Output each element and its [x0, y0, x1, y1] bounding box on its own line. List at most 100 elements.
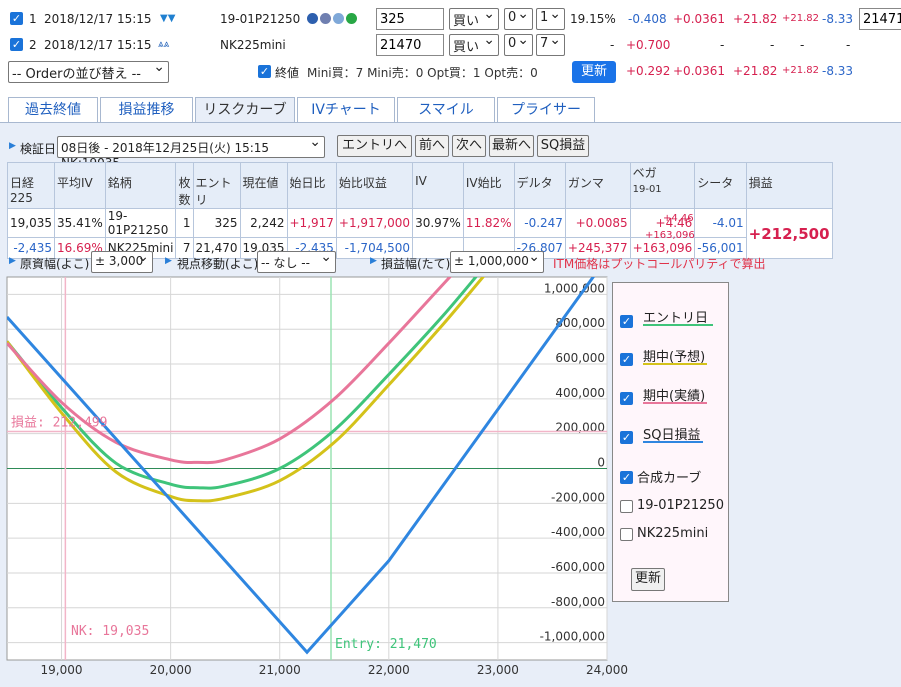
- col-vega-sub: 19-01: [632, 184, 662, 195]
- settings-icon[interactable]: [333, 13, 344, 24]
- col-symbol: 銘柄: [104, 162, 177, 209]
- row2-qty-b-select[interactable]: 7: [536, 32, 565, 56]
- row2-index: 2: [29, 38, 37, 52]
- tab-pricer[interactable]: プライサー: [497, 97, 595, 122]
- y-tick-label: 0: [597, 456, 605, 470]
- col-iv-change: IV始比: [462, 162, 515, 209]
- x-tick-label: 19,000: [41, 663, 83, 677]
- legend-forecast-underline: [643, 363, 707, 365]
- summary-delta: +0.292: [626, 64, 671, 78]
- y-tick-label: 200,000: [555, 421, 605, 435]
- row1-vega-small: +21.82: [782, 13, 820, 24]
- col-vega-label: ベガ: [632, 166, 657, 180]
- down-arrows-icon: ▼▼: [160, 13, 176, 24]
- legend-update-button[interactable]: 更新: [631, 568, 665, 591]
- chart-icon[interactable]: [320, 13, 331, 24]
- col-entry: エントリ: [192, 162, 241, 209]
- row1-action-icons[interactable]: [307, 12, 359, 26]
- row2-qty-a-select[interactable]: 0: [504, 32, 533, 56]
- legend-sq-checkbox[interactable]: [620, 431, 633, 444]
- row1-checkbox[interactable]: [10, 12, 23, 25]
- y-tick-label: -200,000: [551, 490, 605, 504]
- go-entry-button[interactable]: エントリへ: [337, 135, 412, 157]
- sq-pl-button[interactable]: SQ損益: [537, 135, 589, 157]
- x-tick-label: 20,000: [150, 663, 192, 677]
- close-price-checkbox[interactable]: [258, 65, 271, 78]
- col-change: 始日比: [286, 162, 337, 209]
- legend-entry-underline: [643, 324, 713, 326]
- row1-extra-input[interactable]: [859, 8, 901, 30]
- col-avg-iv: 平均IV: [54, 162, 106, 209]
- close-price-label: 終値: [275, 66, 300, 80]
- refresh-icon[interactable]: [346, 13, 357, 24]
- col-delta: デルタ: [513, 162, 566, 209]
- play-icon: ▶: [9, 141, 16, 151]
- row1-index: 1: [29, 12, 37, 26]
- row1-qty-b-select[interactable]: 1: [536, 6, 565, 30]
- legend-forecast-checkbox[interactable]: [620, 353, 633, 366]
- vega-mid-value2: +163,096: [645, 230, 695, 241]
- iv-change-cell: 11.82%: [462, 208, 515, 238]
- next-button[interactable]: 次へ: [452, 135, 486, 157]
- row1-side-select[interactable]: 買い: [449, 6, 499, 30]
- avg-iv-value: 35.41%: [54, 208, 106, 238]
- entry-annotation: Entry: 21,470: [335, 637, 437, 652]
- legend-entry-checkbox[interactable]: [620, 315, 633, 328]
- vega-mid-value: +4.46: [663, 213, 694, 224]
- row2-price-input[interactable]: [376, 34, 444, 56]
- order-sort-select[interactable]: -- Orderの並び替え --: [8, 59, 169, 83]
- row1-iv: 19.15%: [570, 12, 616, 26]
- tab-pl-trend[interactable]: 損益推移: [100, 97, 193, 122]
- latest-button[interactable]: 最新へ: [489, 135, 534, 157]
- verify-date-select[interactable]: 08日後 - 2018年12月25日(火) 15:15 NK:19035: [57, 134, 325, 170]
- col-qty: 枚数: [175, 162, 194, 209]
- row2-checkbox[interactable]: [10, 38, 23, 51]
- col-gamma: ガンマ: [564, 162, 631, 209]
- iv-cell: 30.97%: [412, 208, 464, 238]
- row1-gamma: +0.0361: [673, 12, 726, 26]
- legend-mini-checkbox[interactable]: [620, 528, 633, 541]
- col-vega: ベガ 19-01: [629, 162, 696, 209]
- risk-curve-chart[interactable]: 19,000 20,000 21,000 22,000 23,000 24,000 1,00…: [0, 270, 901, 687]
- legend-actual-underline: [643, 402, 707, 404]
- x-tick-label: 23,000: [477, 663, 519, 677]
- col-nikkei: 日経225: [7, 162, 55, 209]
- legend-option-checkbox[interactable]: [620, 500, 633, 513]
- row1-price-input[interactable]: [376, 8, 444, 30]
- row2-gamma: -: [720, 38, 725, 52]
- table-header-row: 日経225 平均IV 銘柄 枚数 エントリ 現在値 始日比 始比収益 IV IV…: [7, 162, 833, 209]
- info-icon[interactable]: [307, 13, 318, 24]
- row2-theta: -: [846, 38, 851, 52]
- y-tick-label: 1,000,000: [544, 281, 605, 295]
- row1-symbol: 19-01P21250: [220, 12, 301, 26]
- legend-combined-checkbox[interactable]: [620, 471, 633, 484]
- legend-mini-label: NK225mini: [637, 526, 709, 541]
- row2-delta: +0.700: [626, 38, 671, 52]
- row2-symbol: NK225mini: [220, 38, 286, 52]
- verify-date-label: 検証日: [20, 142, 57, 156]
- tab-risk-curve[interactable]: リスクカーブ: [195, 97, 295, 123]
- tab-smile[interactable]: スマイル: [397, 97, 495, 122]
- play-icon: ▶: [370, 256, 377, 266]
- prev-button[interactable]: 前へ: [415, 135, 449, 157]
- nk-annotation: NK: 19,035: [71, 624, 149, 639]
- x-tick-label: 24,000: [586, 663, 628, 677]
- gamma-cell: +0.0085: [564, 208, 631, 238]
- entry-cell: 325: [192, 208, 241, 238]
- y-tick-label: 400,000: [555, 386, 605, 400]
- tab-iv-chart[interactable]: IVチャート: [297, 97, 395, 122]
- row2-side-select[interactable]: 買い: [449, 32, 499, 56]
- row1-datetime: 2018/12/17 15:15: [44, 12, 152, 26]
- table-row: 19,035 35.41% 19-01P21250 1 325 2,242 +1…: [7, 208, 833, 259]
- row1-vega: +21.82: [733, 12, 778, 26]
- summary-update-button[interactable]: 更新: [572, 61, 616, 83]
- summary-gamma: +0.0361: [673, 64, 726, 78]
- row1-qty-a-select[interactable]: 0: [504, 6, 533, 30]
- symbol-cell: 19-01P21250: [104, 208, 177, 238]
- up-arrows-icon: ⩓⩓: [158, 39, 170, 50]
- qty-cell: 1: [175, 208, 194, 238]
- profit-cell: +1,917,000: [335, 208, 414, 238]
- legend-actual-checkbox[interactable]: [620, 392, 633, 405]
- tab-past-close[interactable]: 過去終値: [8, 97, 98, 122]
- legend-panel: エントリ日 期中(予想) 期中(実績) SQ日損益 合成カーブ 19-01P21…: [612, 282, 729, 602]
